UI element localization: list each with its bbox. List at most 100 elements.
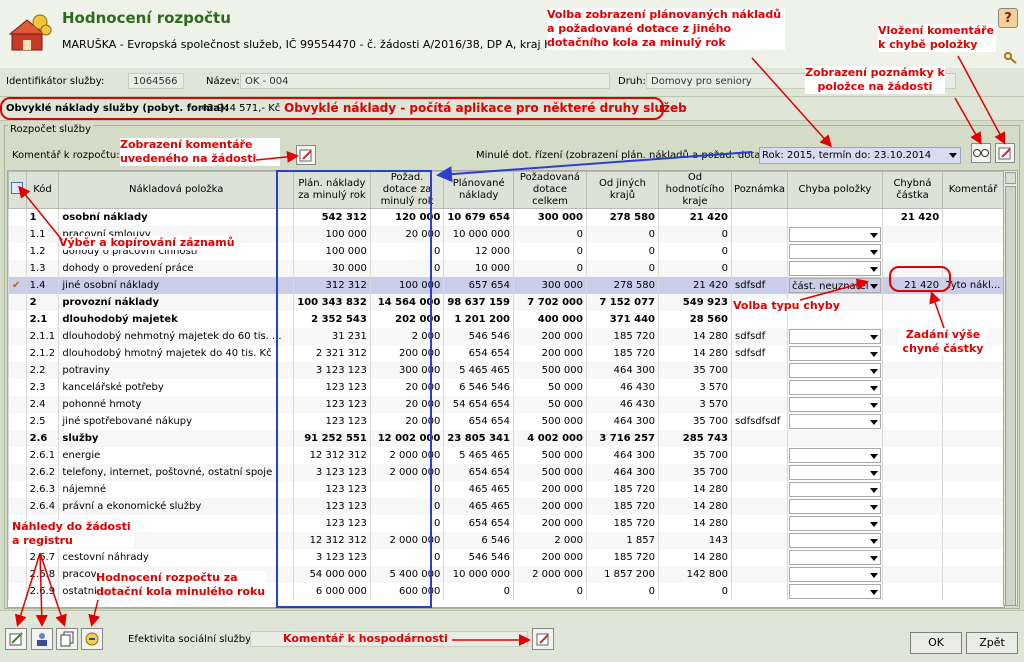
cell-error-amount[interactable]: [881, 532, 943, 549]
preview-register-button[interactable]: [31, 628, 53, 650]
error-type-select[interactable]: [789, 414, 881, 429]
table-row[interactable]: 2.6.2 telefony, internet, poštovné, ostat…: [8, 464, 1004, 481]
cell-comment[interactable]: [942, 498, 1004, 515]
row-selector[interactable]: [8, 260, 27, 277]
cell-comment[interactable]: [942, 413, 1004, 430]
table-row[interactable]: 2.1.2 dlouhodobý hmotný majetek do 40 tis…: [8, 345, 1004, 362]
row-selector[interactable]: [8, 379, 27, 396]
select-all-header[interactable]: [8, 171, 27, 209]
table-row[interactable]: 2.4 pohonné hmoty 123 123 20 000 54 654 654 5…: [8, 396, 1004, 413]
error-type-select[interactable]: část. neuznatel: [789, 278, 881, 293]
cell-error-amount[interactable]: [881, 583, 943, 600]
cell-error-amount[interactable]: [881, 549, 943, 566]
cell-comment[interactable]: [942, 362, 1004, 379]
cell-comment[interactable]: [942, 464, 1004, 481]
preview-documents-button[interactable]: [56, 628, 78, 650]
error-comment-button[interactable]: [995, 143, 1015, 163]
table-row[interactable]: 2.5 jiné spotřebované nákupy 123 123 20 000…: [8, 413, 1004, 430]
cell-comment[interactable]: [942, 583, 1004, 600]
col-header-note[interactable]: Poznámka: [731, 171, 789, 209]
table-row[interactable]: ✔ 1.4 jiné osobní náklady 312 312 100 000 657…: [8, 277, 1004, 294]
error-type-select[interactable]: [789, 499, 881, 514]
back-button[interactable]: Zpět: [966, 632, 1018, 654]
show-note-button[interactable]: [971, 143, 991, 163]
row-selector[interactable]: [8, 345, 27, 362]
row-selector[interactable]: [8, 583, 27, 600]
cell-error-amount[interactable]: [881, 515, 943, 532]
row-selector[interactable]: [8, 226, 27, 243]
cell-comment[interactable]: [942, 243, 1004, 260]
cell-comment[interactable]: [942, 396, 1004, 413]
error-type-select[interactable]: [789, 482, 881, 497]
col-header-error-amount[interactable]: Chybná částka: [881, 171, 944, 209]
cell-error-amount[interactable]: 21 420: [881, 208, 943, 226]
row-selector[interactable]: [8, 362, 27, 379]
error-type-select[interactable]: [789, 550, 881, 565]
error-type-select[interactable]: [789, 363, 881, 378]
previous-year-evaluation-button[interactable]: [81, 628, 103, 650]
error-type-select[interactable]: [789, 465, 881, 480]
row-selector[interactable]: [8, 447, 27, 464]
row-selector[interactable]: [8, 413, 27, 430]
cell-error-amount[interactable]: [881, 243, 943, 260]
col-header-item[interactable]: Nákladová položka: [58, 171, 294, 209]
previous-round-select[interactable]: Rok: 2015, termín do: 23.10.2014: [759, 147, 961, 164]
budget-comment-button[interactable]: [296, 145, 316, 165]
table-row[interactable]: ání12 312 3122 000 0006 5462 0001 857143: [8, 532, 1004, 549]
efficiency-comment-button[interactable]: [532, 628, 554, 650]
cell-error-amount[interactable]: [881, 566, 943, 583]
table-row[interactable]: 2.6 služby 91 252 551 12 002 000 23 805 341 4…: [8, 430, 1004, 447]
cell-error-amount[interactable]: [881, 481, 943, 498]
row-selector[interactable]: [8, 566, 27, 583]
col-header-evaluating-region[interactable]: Od hodnotícího kraje: [657, 171, 733, 209]
cell-error-amount[interactable]: [881, 379, 943, 396]
error-type-select[interactable]: [789, 261, 881, 276]
row-selector[interactable]: ✔: [8, 277, 27, 294]
error-type-select[interactable]: [789, 448, 881, 463]
table-row[interactable]: 1.3 dohody o provedení práce 30 000 0 10 000…: [8, 260, 1004, 277]
cell-error-amount[interactable]: [881, 447, 943, 464]
col-header-comment[interactable]: Komentář: [942, 171, 1004, 209]
row-selector[interactable]: [8, 396, 27, 413]
cell-comment[interactable]: [942, 515, 1004, 532]
scrollbar-thumb[interactable]: [1005, 186, 1016, 606]
row-selector[interactable]: [8, 328, 27, 345]
table-row[interactable]: 1 osobní náklady 542 312 120 000 10 679 654 3…: [8, 208, 1004, 226]
cell-comment[interactable]: [942, 549, 1004, 566]
error-type-select[interactable]: [789, 567, 881, 582]
table-row[interactable]: 2.1.1 dlouhodobý nehmotný majetek do 60 t…: [8, 328, 1004, 345]
table-row[interactable]: 2.1 dlouhodobý majetek 2 352 543 202 000 1 2…: [8, 311, 1004, 328]
cell-comment[interactable]: [942, 208, 1004, 226]
row-selector[interactable]: [8, 498, 27, 515]
cell-error-amount[interactable]: [881, 226, 943, 243]
ok-button[interactable]: OK: [910, 632, 962, 654]
table-row[interactable]: 123 123 0 654 654 200 000 185 720 14 280: [8, 515, 1004, 532]
error-type-select[interactable]: [789, 397, 881, 412]
row-selector[interactable]: [8, 430, 27, 447]
cell-comment[interactable]: [942, 294, 1004, 311]
row-selector[interactable]: [8, 481, 27, 498]
cell-comment[interactable]: [942, 379, 1004, 396]
table-row[interactable]: 2.6.3 nájemné 123 123 0 465 465 200 000 185 72…: [8, 481, 1004, 498]
cell-comment[interactable]: [942, 481, 1004, 498]
cell-comment[interactable]: [942, 447, 1004, 464]
cell-comment[interactable]: [942, 311, 1004, 328]
error-type-select[interactable]: [789, 329, 881, 344]
cell-comment[interactable]: [942, 260, 1004, 277]
preview-application-button[interactable]: [5, 628, 27, 650]
table-row[interactable]: 2.6.1 energie 12 312 312 2 000 000 5 465 465…: [8, 447, 1004, 464]
error-type-select[interactable]: [789, 244, 881, 259]
col-header-other-regions[interactable]: Od jiných krajů: [585, 171, 659, 209]
help-icon[interactable]: ?: [998, 8, 1018, 28]
error-type-select[interactable]: [789, 516, 881, 531]
row-selector[interactable]: [8, 311, 27, 328]
cell-error-amount[interactable]: [881, 294, 943, 311]
cell-error-amount[interactable]: [881, 430, 943, 447]
cell-error-amount[interactable]: [881, 311, 943, 328]
error-type-select[interactable]: [789, 380, 881, 395]
col-header-item-error[interactable]: Chyba položky: [787, 171, 883, 209]
error-type-select[interactable]: [789, 584, 881, 599]
row-selector[interactable]: [8, 464, 27, 481]
col-header-planned-costs[interactable]: Plánované náklady: [443, 171, 514, 209]
cell-error-amount[interactable]: [881, 362, 943, 379]
